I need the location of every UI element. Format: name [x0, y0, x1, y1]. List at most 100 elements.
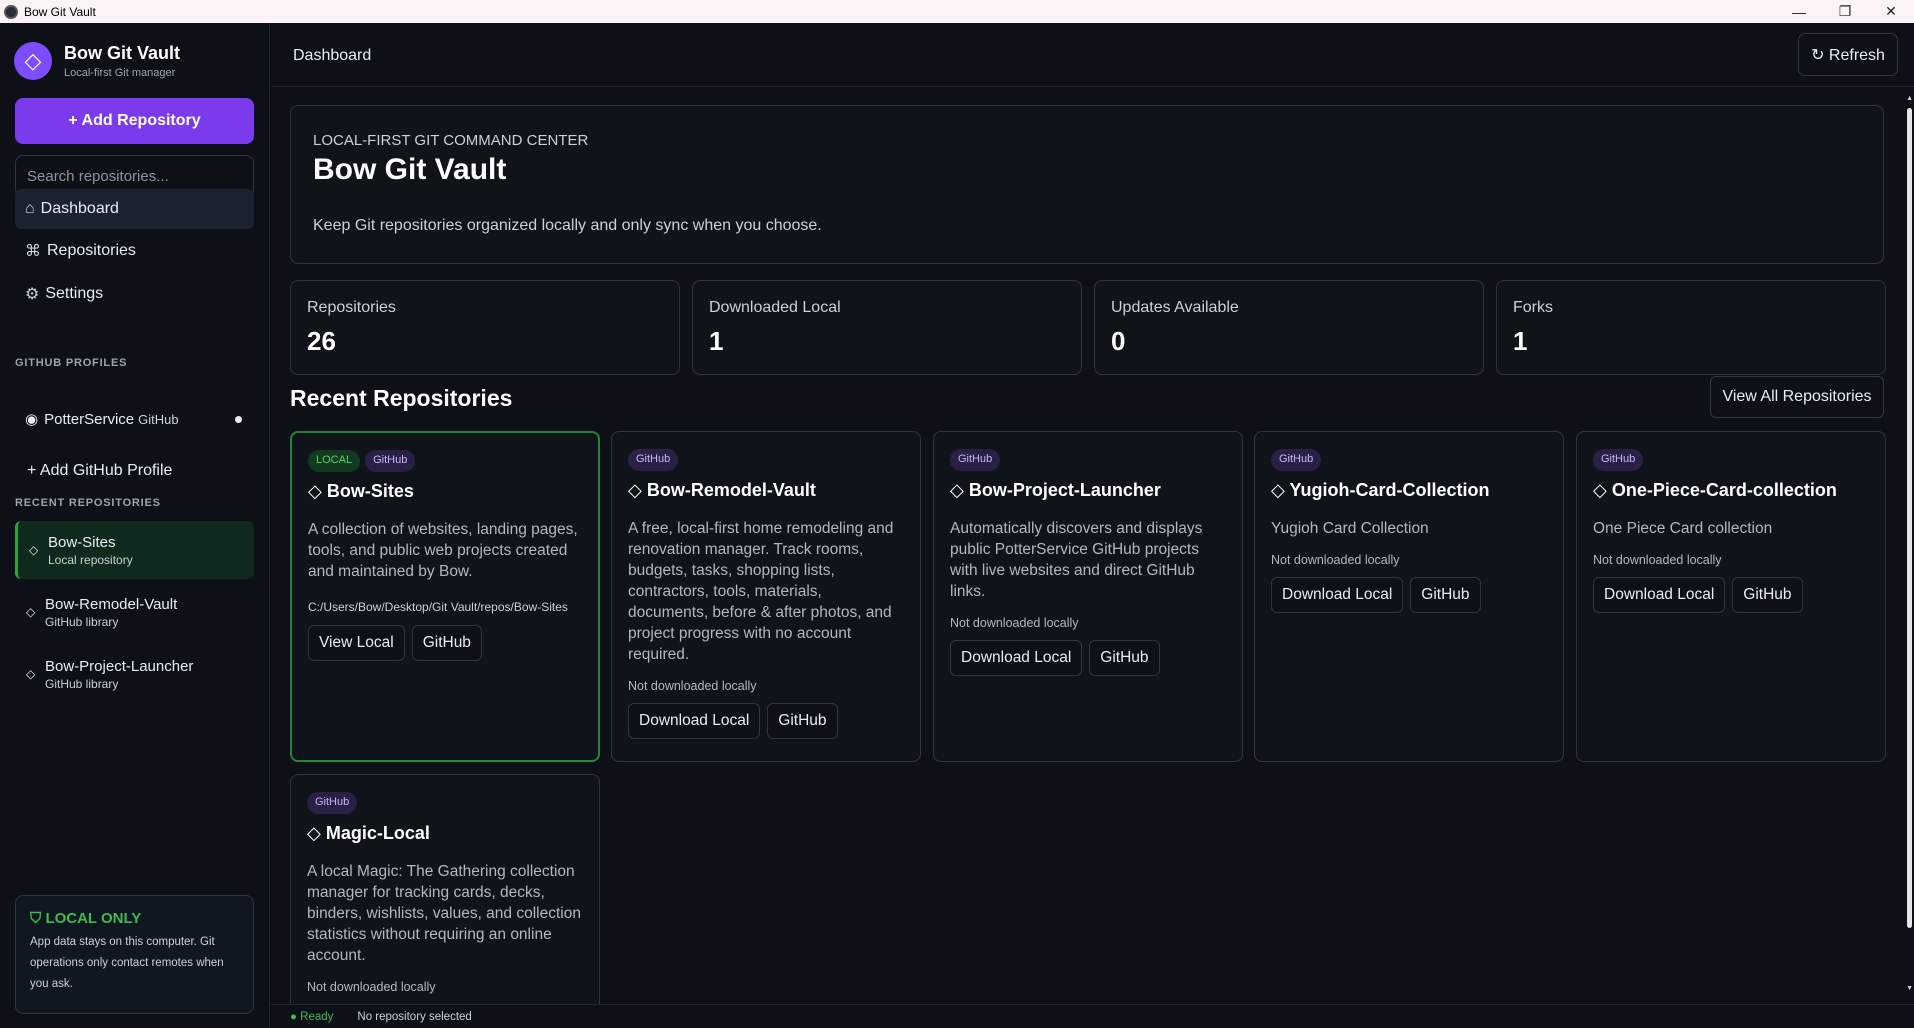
github-profiles-heading: GITHUB PROFILES [15, 357, 128, 369]
close-icon[interactable]: ✕ [1868, 0, 1914, 23]
github-tag: GitHub [307, 792, 358, 814]
github-button[interactable]: GitHub [1732, 577, 1803, 613]
recent-repo-bow-project-launcher[interactable]: ◇ Bow-Project-Launcher GitHub library [15, 645, 254, 703]
local-only-label: LOCAL ONLY [45, 910, 142, 927]
stat-label: Repositories [307, 299, 396, 316]
stat-value: 1 [709, 326, 724, 356]
app-icon [4, 4, 18, 19]
repo-name: ◇ Bow-Remodel-Vault [628, 480, 816, 500]
repo-description: One Piece Card collection [1593, 520, 1773, 537]
status-bar: ● Ready No repository selected [271, 1004, 1914, 1028]
window-title: Bow Git Vault [24, 4, 96, 19]
download-local-button[interactable]: Download Local [1593, 577, 1726, 613]
recent-repo-meta: Local repository [48, 552, 133, 567]
local-only-notice: ⛉ LOCAL ONLY App data stays on this comp… [15, 895, 254, 1014]
profile-potterservice[interactable]: ◉ PotterService GitHub [15, 399, 254, 439]
repo-name: ◇ Magic-Local [307, 823, 430, 843]
repo-status: Not downloaded locally [1593, 553, 1722, 567]
repo-name: ◇ Bow-Sites [308, 481, 414, 501]
recent-repo-meta: GitHub library [45, 614, 119, 629]
minimize-icon[interactable]: — [1776, 0, 1822, 23]
recent-repo-bow-remodel-vault[interactable]: ◇ Bow-Remodel-Vault GitHub library [15, 583, 254, 641]
github-tag: GitHub [628, 449, 679, 471]
stat-label: Forks [1513, 299, 1553, 316]
scroll-up-icon[interactable]: ▲ [1906, 95, 1913, 102]
ready-status: ● Ready [290, 1010, 334, 1023]
local-only-title: ⛉ LOCAL ONLY [30, 910, 239, 927]
recent-repositories-title: Recent Repositories [290, 385, 513, 411]
recent-repo-name: Bow-Project-Launcher [45, 657, 194, 675]
profile-name: PotterService [44, 410, 135, 428]
recent-repo-name: Bow-Remodel-Vault [45, 595, 178, 613]
refresh-button[interactable]: ↻ Refresh [1798, 33, 1898, 76]
repo-card-bow-project-launcher[interactable]: GitHub ◇ Bow-Project-Launcher Automatica… [933, 431, 1243, 762]
diamond-icon: ◇ [29, 543, 39, 557]
scroll-down-icon[interactable]: ▼ [1906, 985, 1913, 992]
diamond-logo-icon: ◇ [14, 42, 52, 80]
github-button[interactable]: GitHub [411, 625, 482, 661]
stat-repositories: Repositories 26 [290, 280, 680, 375]
github-tag: GitHub [1593, 449, 1644, 471]
repo-status: Not downloaded locally [307, 980, 436, 994]
repo-card-magic-local[interactable]: GitHub ◇ Magic-Local A local Magic: The … [290, 774, 600, 1004]
hero-title: Bow Git Vault [313, 153, 507, 186]
selection-status: No repository selected [357, 1010, 472, 1023]
diamond-icon: ◇ [26, 605, 36, 619]
nav-dashboard[interactable]: ⌂ Dashboard [15, 189, 254, 229]
github-button[interactable]: GitHub [1410, 577, 1481, 613]
github-tag: GitHub [365, 450, 416, 472]
repo-card-one-piece-card-collection[interactable]: GitHub ◇ One-Piece-Card-collection One P… [1576, 431, 1886, 762]
repo-description: A local Magic: The Gathering collection … [307, 863, 581, 964]
sidebar: ◇ Bow Git Vault Local-first Git manager … [0, 23, 270, 1028]
hero-eyebrow: LOCAL-FIRST GIT COMMAND CENTER [313, 132, 589, 149]
nav-repositories[interactable]: ⌘ Repositories [15, 231, 254, 271]
stat-label: Updates Available [1111, 299, 1239, 316]
github-button[interactable]: GitHub [1089, 640, 1160, 676]
recent-repo-name: Bow-Sites [48, 533, 116, 551]
repo-card-bow-remodel-vault[interactable]: GitHub ◇ Bow-Remodel-Vault A free, local… [611, 431, 921, 762]
recent-repo-meta: GitHub library [45, 676, 119, 691]
repo-card-yugioh-card-collection[interactable]: GitHub ◇ Yugioh-Card-Collection Yugioh C… [1254, 431, 1564, 762]
main-scrollbar[interactable]: ▲ ▼ [1905, 87, 1914, 1004]
repo-card-bow-sites[interactable]: LOCAL GitHub ◇ Bow-Sites A collection of… [290, 431, 600, 762]
add-repository-button[interactable]: + Add Repository [15, 98, 254, 144]
brand: ◇ Bow Git Vault Local-first Git manager [14, 42, 180, 80]
repo-description: Yugioh Card Collection [1271, 520, 1429, 537]
download-local-button[interactable]: Download Local [628, 703, 761, 739]
download-local-button[interactable]: Download Local [950, 640, 1083, 676]
hero-description: Keep Git repositories organized locally … [313, 217, 822, 234]
main-content: Dashboard ↻ Refresh LOCAL-FIRST GIT COMM… [271, 23, 1914, 1028]
stat-label: Downloaded Local [709, 299, 841, 316]
local-only-description: App data stays on this computer. Git ope… [30, 936, 224, 990]
command-icon: ⌘ [25, 243, 41, 260]
recent-repositories-heading: RECENT REPOSITORIES [15, 497, 161, 509]
view-local-button[interactable]: View Local [308, 625, 405, 661]
recent-repo-bow-sites[interactable]: ◇ Bow-Sites Local repository [15, 521, 254, 579]
radio-selected-icon: ◉ [25, 411, 39, 428]
view-all-repositories-button[interactable]: View All Repositories [1710, 376, 1884, 418]
nav-settings[interactable]: ⚙ Settings [15, 274, 254, 314]
topbar: Dashboard ↻ Refresh [271, 23, 1914, 87]
hero-panel: LOCAL-FIRST GIT COMMAND CENTER Bow Git V… [290, 105, 1884, 264]
add-github-profile-button[interactable]: + Add GitHub Profile [15, 451, 254, 491]
repo-description: A free, local-first home remodeling and … [628, 520, 894, 663]
brand-subtitle: Local-first Git manager [64, 67, 176, 79]
stat-value: 0 [1111, 326, 1126, 356]
profile-active-dot [235, 415, 242, 423]
repo-name: ◇ Yugioh-Card-Collection [1271, 480, 1490, 500]
github-tag: GitHub [950, 449, 1001, 471]
repo-status: Not downloaded locally [1271, 553, 1400, 567]
brand-name: Bow Git Vault [64, 43, 181, 63]
repo-local-path: C:/Users/Bow/Desktop/Git Vault/repos/Bow… [308, 600, 568, 614]
stat-value: 1 [1513, 326, 1528, 356]
window-titlebar: Bow Git Vault — ❐ ✕ [0, 0, 1914, 23]
home-icon: ⌂ [25, 200, 35, 217]
stat-value: 26 [307, 326, 336, 356]
repo-description: A collection of websites, landing pages,… [308, 521, 578, 580]
download-local-button[interactable]: Download Local [1271, 577, 1404, 613]
repo-name: ◇ Bow-Project-Launcher [950, 480, 1161, 500]
scroll-thumb[interactable] [1907, 108, 1912, 928]
restore-icon[interactable]: ❐ [1822, 0, 1868, 23]
stat-forks: Forks 1 [1496, 280, 1886, 375]
github-button[interactable]: GitHub [767, 703, 838, 739]
